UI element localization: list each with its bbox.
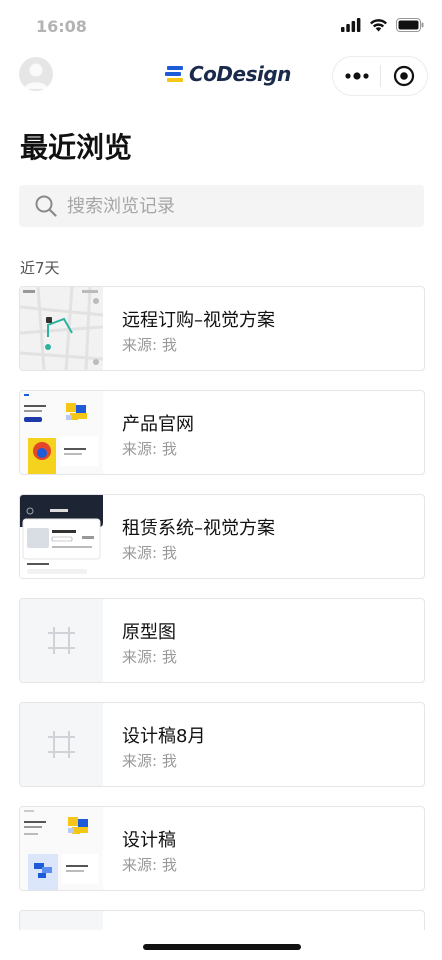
- thumbnail-placeholder: [20, 703, 103, 786]
- search-box[interactable]: [19, 185, 424, 227]
- frame-icon: [48, 731, 75, 758]
- item-title: 原型图: [122, 622, 176, 643]
- home-indicator: [143, 944, 301, 950]
- codesign-logo-icon: [165, 66, 183, 82]
- user-icon: [24, 63, 48, 89]
- item-title: 设计稿: [122, 830, 176, 851]
- thumbnail-booking: [20, 495, 103, 578]
- thumbnail-partial: [20, 911, 103, 930]
- item-source: 来源: 我: [122, 440, 177, 458]
- item-title: 产品官网: [122, 414, 194, 435]
- booking-screenshot-image: [20, 495, 103, 578]
- website-screenshot-image: [20, 391, 103, 474]
- nav-bar: CoDesign: [0, 52, 442, 100]
- close-miniprogram-button[interactable]: [381, 57, 427, 95]
- item-title: 租赁系统–视觉方案: [122, 518, 275, 539]
- frame-icon: [48, 627, 75, 654]
- website-screenshot-image: [20, 807, 103, 890]
- wifi-icon: [370, 19, 387, 32]
- thumbnail-map: [20, 287, 103, 370]
- signal-icon: [341, 18, 361, 32]
- thumbnail-website: [20, 391, 103, 474]
- list-item-partial[interactable]: [19, 910, 425, 930]
- more-dots-icon: [344, 72, 369, 80]
- item-source: 来源: 我: [122, 544, 177, 562]
- codesign-logo: CoDesign: [165, 62, 291, 86]
- list-item[interactable]: 产品官网 来源: 我: [19, 390, 425, 475]
- list-item[interactable]: 租赁系统–视觉方案 来源: 我: [19, 494, 425, 579]
- list-item[interactable]: 原型图 来源: 我: [19, 598, 425, 683]
- thumbnail-placeholder: [20, 599, 103, 682]
- search-icon: [35, 195, 57, 217]
- page-title: 最近浏览: [20, 131, 133, 164]
- avatar[interactable]: [19, 57, 53, 91]
- item-source: 来源: 我: [122, 856, 177, 874]
- status-bar: 16:08: [0, 0, 442, 52]
- map-screenshot-image: [20, 287, 103, 370]
- item-title: 远程订购–视觉方案: [122, 310, 275, 331]
- section-label: 近7天: [20, 259, 60, 277]
- status-icons: [341, 18, 424, 32]
- list-item[interactable]: 远程订购–视觉方案 来源: 我: [19, 286, 425, 371]
- recent-list: 远程订购–视觉方案 来源: 我 产品官网 来源: 我 租赁系统–视觉方案 来源:…: [19, 286, 425, 949]
- item-source: 来源: 我: [122, 336, 177, 354]
- item-title: 设计稿8月: [122, 726, 206, 747]
- search-input[interactable]: [67, 195, 387, 217]
- thumbnail-website: [20, 807, 103, 890]
- list-item[interactable]: 设计稿 来源: 我: [19, 806, 425, 891]
- target-close-icon: [393, 65, 415, 87]
- item-source: 来源: 我: [122, 648, 177, 666]
- menu-capsule: [332, 56, 428, 96]
- more-button[interactable]: [333, 57, 380, 95]
- battery-icon: [396, 18, 424, 32]
- logo-text: CoDesign: [189, 62, 291, 86]
- list-item[interactable]: 设计稿8月 来源: 我: [19, 702, 425, 787]
- status-time: 16:08: [36, 17, 87, 36]
- item-source: 来源: 我: [122, 752, 177, 770]
